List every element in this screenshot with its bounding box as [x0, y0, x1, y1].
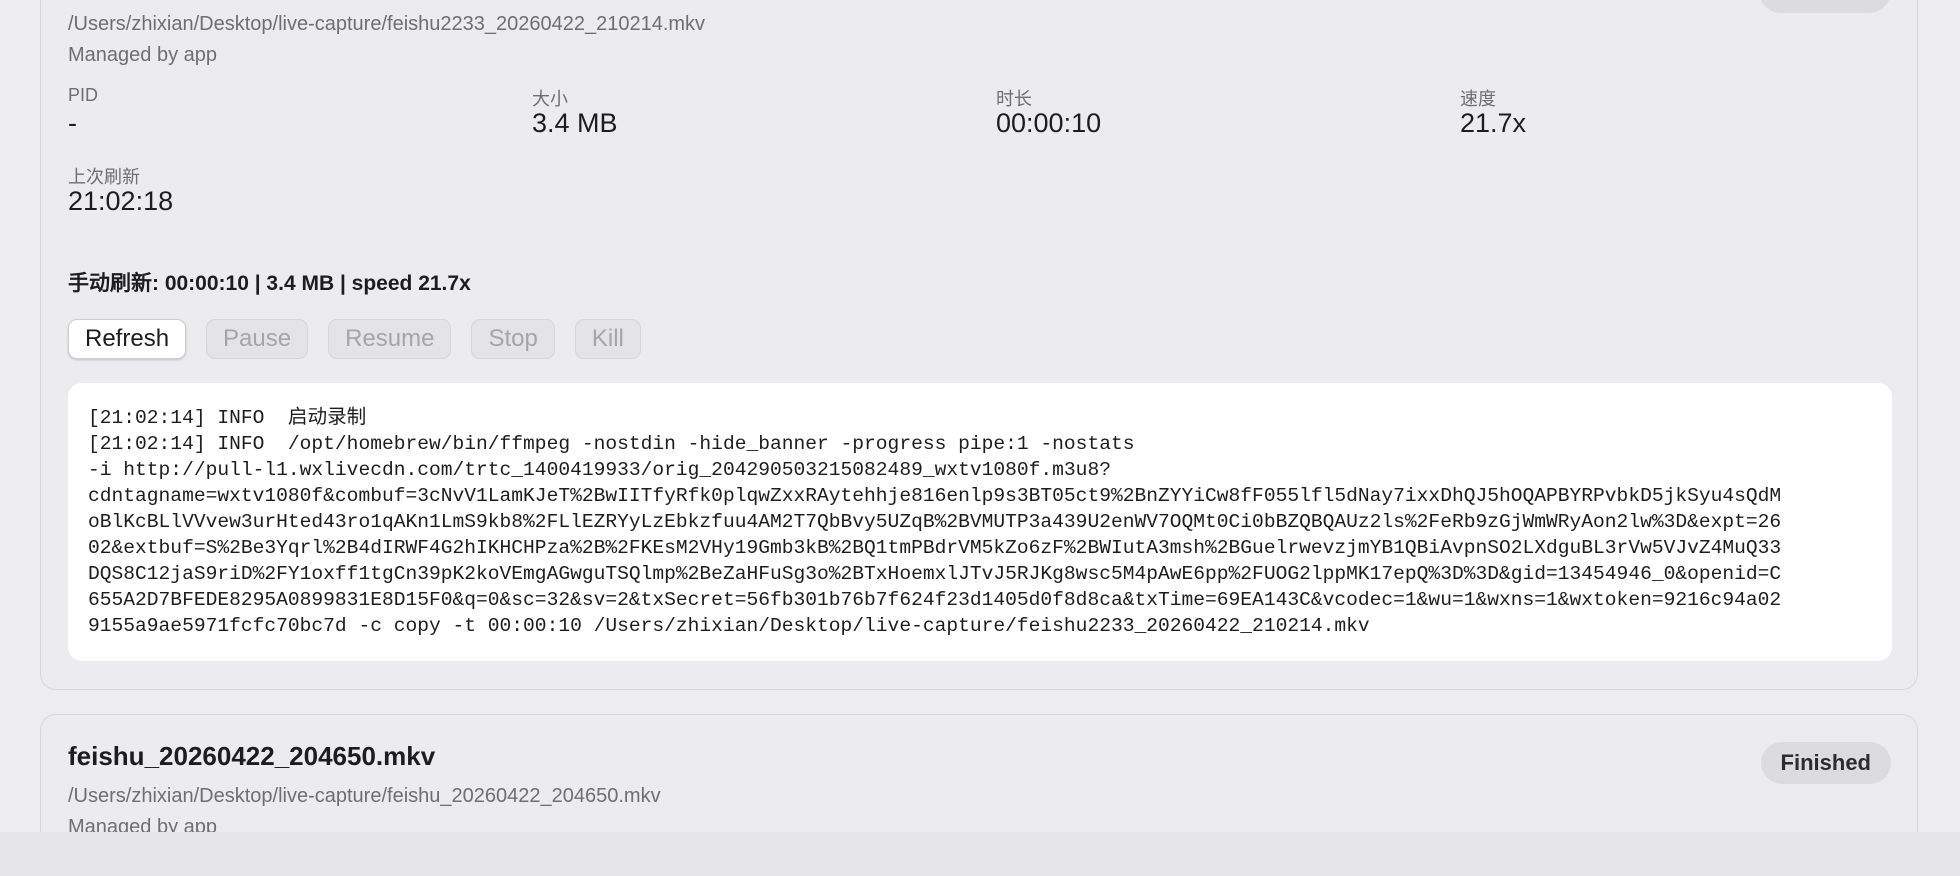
kill-button[interactable]: Kill	[574, 319, 641, 359]
log-output[interactable]: [21:02:14] INFO 启动录制 [21:02:14] INFO /op…	[68, 383, 1892, 661]
stat-value-pid: -	[68, 108, 77, 138]
manual-refresh-summary: 手动刷新: 00:00:10 | 3.4 MB | speed 21.7x	[68, 272, 471, 295]
log-line: oBlKcBLlVVvew3urHted43ro1qAKn1LmS9kb8%2F…	[88, 511, 1782, 533]
managed-by-label: Managed by app	[68, 44, 218, 66]
stat-label-pid: PID	[68, 85, 99, 105]
recording-card-feishu2233: /Users/zhixian/Desktop/live-capture/feis…	[40, 0, 1918, 690]
log-line: [21:02:14] INFO /opt/homebrew/bin/ffmpeg…	[88, 433, 1135, 455]
window-bottom-edge	[0, 832, 1960, 876]
stat-value-size: 3.4 MB	[532, 108, 618, 138]
log-line: 9155a9ae5971fcfc70bc7d -c copy -t 00:00:…	[88, 615, 1370, 637]
log-line: 02&extbuf=S%2Be3Yqrl%2B4dIRWF4G2hIKHCHPz…	[88, 537, 1782, 559]
log-line: [21:02:14] INFO 启动录制	[88, 407, 367, 429]
pause-button[interactable]: Pause	[206, 319, 309, 359]
log-line: 655A2D7BFEDE8295A0899831E8D15F0&q=0&sc=3…	[88, 589, 1782, 611]
stat-value-speed: 21.7x	[1460, 108, 1527, 138]
refresh-button[interactable]: Refresh	[68, 319, 187, 359]
status-badge-partial	[1759, 0, 1891, 13]
resume-button[interactable]: Resume	[328, 319, 452, 359]
app-window: /Users/zhixian/Desktop/live-capture/feis…	[0, 0, 1960, 876]
file-path: /Users/zhixian/Desktop/live-capture/feis…	[68, 13, 706, 35]
status-badge: Finished	[1760, 742, 1891, 784]
log-line: cdntagname=wxtv1080f&combuf=3cNvV1LamKJe…	[88, 485, 1782, 507]
file-path: /Users/zhixian/Desktop/live-capture/feis…	[68, 785, 661, 807]
action-button-row: Refresh Pause Resume Stop Kill	[68, 319, 641, 359]
stat-value-last-refresh: 21:02:18	[68, 186, 174, 216]
stat-value-duration: 00:00:10	[996, 108, 1102, 138]
log-line: -i http://pull-l1.wxlivecdn.com/trtc_140…	[88, 459, 1111, 481]
recording-title: feishu_20260422_204650.mkv	[68, 741, 436, 771]
stop-button[interactable]: Stop	[471, 319, 555, 359]
log-line: DQS8C12jaS9riD%2FY1oxff1tgCn39pK2koVEmgA…	[88, 563, 1782, 585]
